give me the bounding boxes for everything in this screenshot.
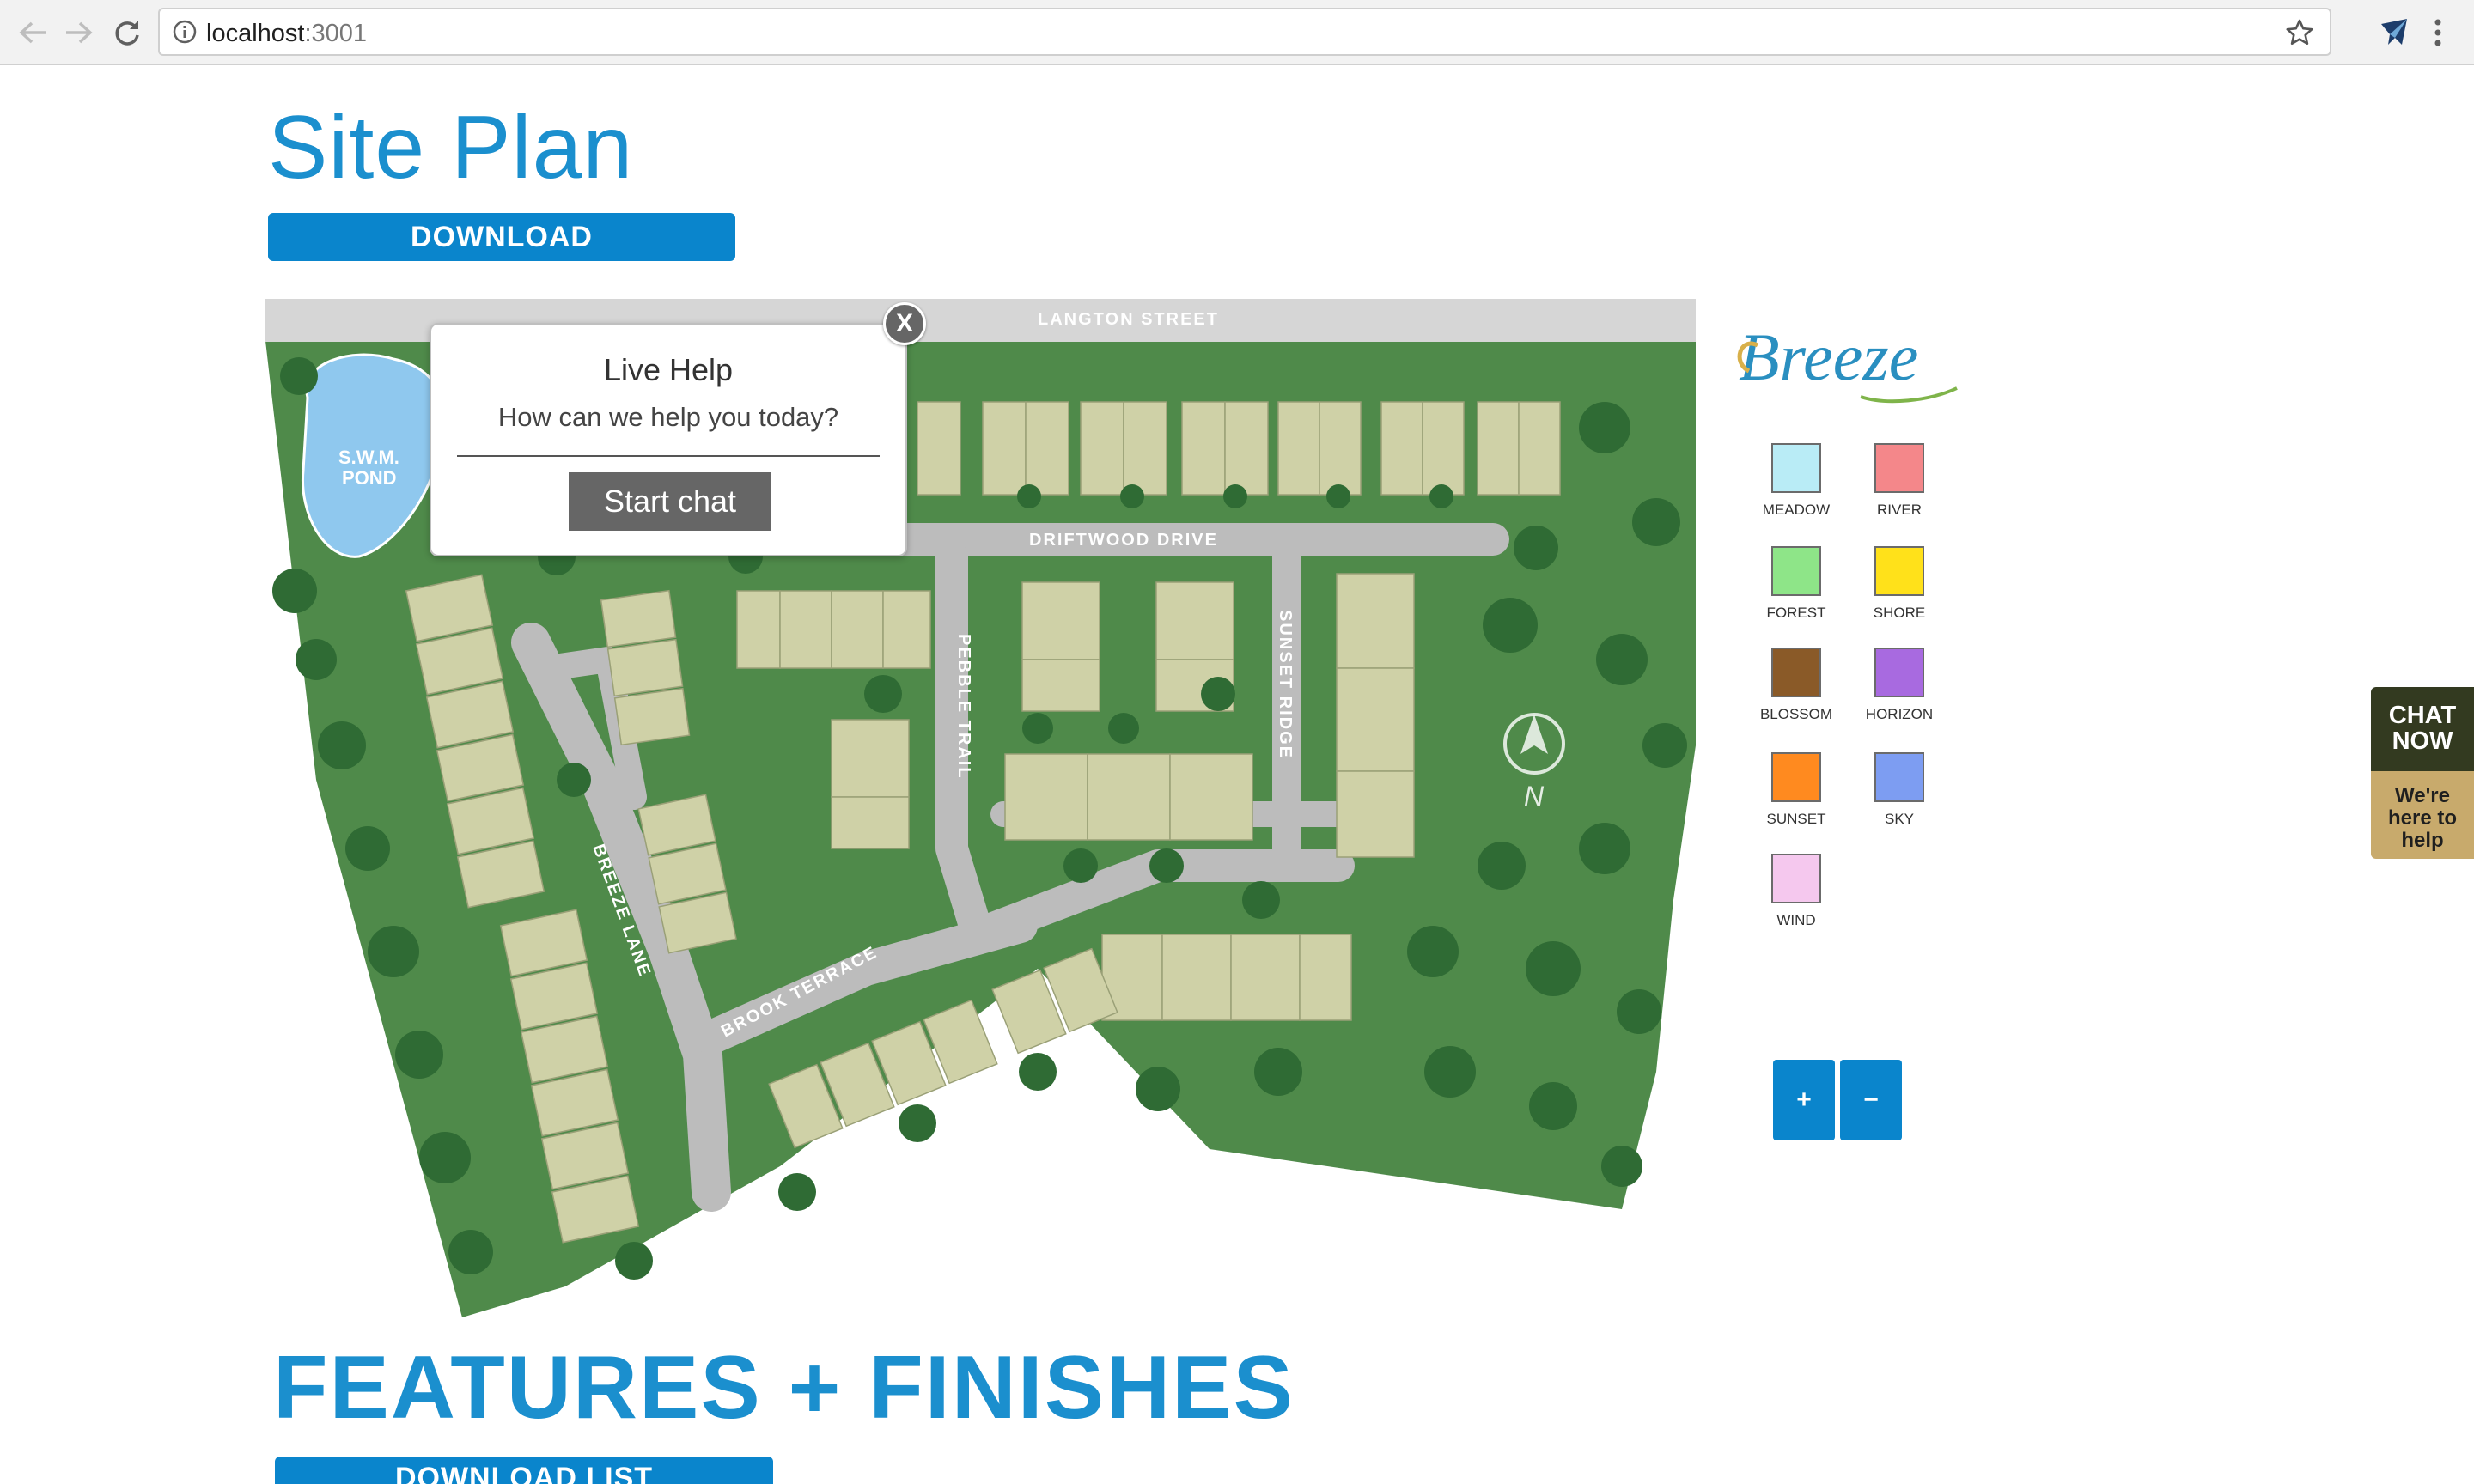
menu-icon[interactable] [2428, 15, 2448, 50]
legend-item-horizon[interactable]: HORIZON [1861, 648, 1938, 723]
star-icon[interactable] [2285, 18, 2314, 47]
breeze-logo-text: Breeze [1739, 319, 1918, 394]
url-host: localhost [206, 20, 305, 47]
live-help-popup: Live Help How can we help you today? Sta… [430, 323, 907, 556]
legend-label-river: RIVER [1877, 502, 1922, 518]
legend-label-horizon: HORIZON [1865, 706, 1934, 722]
live-help-subtitle: How can we help you today? [497, 402, 839, 432]
close-icon[interactable]: X [883, 302, 926, 345]
north-label: N [1524, 781, 1545, 812]
legend-label-blossom: BLOSSOM [1759, 706, 1833, 722]
zoom-in-button[interactable]: + [1773, 1060, 1835, 1140]
chat-now-line4: here to [2387, 806, 2457, 830]
zoom-out-button[interactable]: − [1840, 1060, 1902, 1140]
legend-label-sunset: SUNSET [1766, 811, 1826, 827]
street-label-sunset: SUNSET RIDGE [1276, 610, 1295, 759]
chat-now-line2: NOW [2392, 727, 2453, 755]
pond-label-line1: S.W.M. [338, 447, 399, 468]
legend-swatch-blossom [1771, 648, 1821, 697]
legend-swatch-horizon [1874, 648, 1924, 697]
legend-swatch-sky [1874, 752, 1924, 802]
legend-item-shore[interactable]: SHORE [1861, 546, 1938, 622]
street-label-driftwood: DRIFTWOOD DRIVE [1029, 531, 1218, 550]
features-title: FEATURES + FINISHES [273, 1338, 1295, 1438]
legend-item-blossom[interactable]: BLOSSOM [1758, 648, 1835, 723]
chat-now-tab[interactable]: CHAT NOW We're here to help [2371, 687, 2474, 859]
legend-item-wind[interactable]: WIND [1758, 854, 1835, 929]
pond-label-line2: POND [342, 467, 397, 489]
legend-item-meadow[interactable]: MEADOW [1758, 443, 1835, 519]
legend-label-sky: SKY [1884, 811, 1915, 827]
start-chat-button[interactable]: Start chat [569, 472, 771, 531]
legend-label-meadow: MEADOW [1762, 502, 1831, 518]
chat-now-line5: help [2401, 829, 2444, 852]
legend-swatch-wind [1771, 854, 1821, 903]
legend-item-river[interactable]: RIVER [1861, 443, 1938, 519]
chat-now-line1: CHAT [2388, 702, 2457, 729]
legend-swatch-sunset [1771, 752, 1821, 802]
legend-swatch-shore [1874, 546, 1924, 596]
street-label-langton: LANGTON STREET [1038, 310, 1219, 329]
chat-now-tagline: We're here to help [2371, 771, 2474, 859]
legend-label-shore: SHORE [1873, 605, 1926, 621]
reload-icon[interactable] [107, 12, 148, 53]
browser-toolbar: localhost:3001 [0, 0, 2474, 65]
url-text: localhost:3001 [206, 20, 367, 47]
legend-item-sunset[interactable]: SUNSET [1758, 752, 1835, 828]
legend-label-forest: FOREST [1766, 605, 1826, 621]
legend-item-sky[interactable]: SKY [1861, 752, 1938, 828]
page-title: Site Plan [268, 98, 634, 198]
legend-swatch-meadow [1771, 443, 1821, 493]
live-help-divider [457, 455, 880, 457]
breeze-logo: Breeze [1737, 319, 1958, 404]
legend-item-forest[interactable]: FOREST [1758, 546, 1835, 622]
chat-now-header: CHAT NOW [2371, 687, 2474, 771]
forward-arrow-icon[interactable] [58, 12, 100, 53]
legend-label-wind: WIND [1776, 912, 1816, 928]
legend-swatch-river [1874, 443, 1924, 493]
legend-swatch-forest [1771, 546, 1821, 596]
url-port: :3001 [304, 20, 368, 47]
extension-icon[interactable] [2376, 15, 2410, 50]
back-arrow-icon[interactable] [12, 12, 53, 53]
download-button[interactable]: DOWNLOAD [268, 213, 735, 261]
live-help-title: Live Help [603, 352, 734, 387]
address-bar[interactable]: localhost:3001 [158, 8, 2331, 56]
street-label-pebble: PEBBLE TRAIL [954, 634, 973, 780]
download-list-button[interactable]: DOWNLOAD LIST [275, 1457, 773, 1484]
info-icon[interactable] [172, 19, 198, 45]
chat-now-line3: We're [2395, 784, 2450, 807]
